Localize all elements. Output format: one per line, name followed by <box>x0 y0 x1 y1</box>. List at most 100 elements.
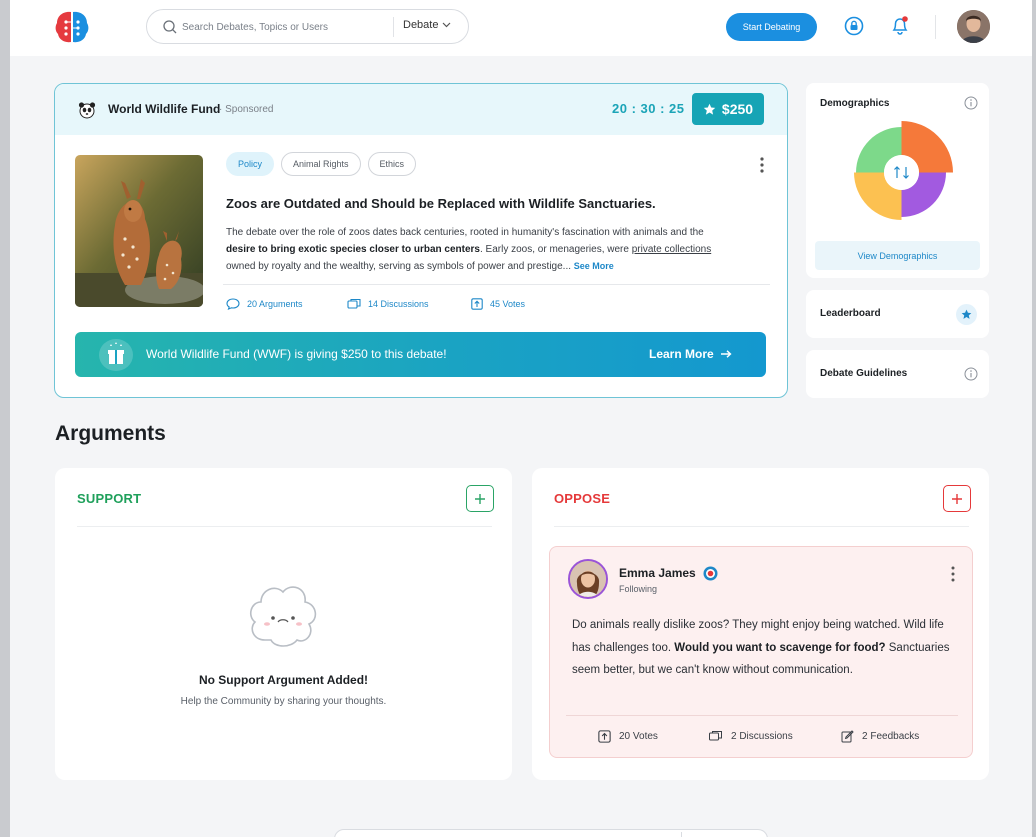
oppose-divider <box>554 526 969 527</box>
tag-ethics[interactable]: Ethics <box>367 152 417 176</box>
follow-status[interactable]: Following <box>619 584 657 594</box>
tag-animal-rights[interactable]: Animal Rights <box>281 152 361 176</box>
bottom-input-bar[interactable] <box>334 829 768 837</box>
arrow-right-icon <box>720 350 732 358</box>
verified-badge-icon <box>703 566 718 581</box>
view-demographics-button[interactable]: View Demographics <box>815 241 980 270</box>
argument-discussions[interactable]: 2 Discussions <box>708 730 793 742</box>
prize-badge: $250 <box>692 93 764 125</box>
empty-cloud-icon <box>249 586 317 647</box>
debate-card-header: World Wildlife Fund · Sponsored 20 : 30 … <box>55 84 787 135</box>
argument-card[interactable]: Emma James Following Do animals really d… <box>549 546 973 758</box>
banner-text: World Wildlife Fund (WWF) is giving $250… <box>146 347 447 361</box>
more-options-icon[interactable] <box>757 156 767 174</box>
see-more-link[interactable]: See More <box>574 261 614 271</box>
header-divider <box>935 15 936 39</box>
debate-divider <box>223 284 770 285</box>
debate-tags: Policy Animal Rights Ethics <box>226 152 417 176</box>
top-navigation-bar: Debate Start Debating <box>10 0 1032 56</box>
plus-icon <box>952 493 962 504</box>
argument-votes[interactable]: 20 Votes <box>598 730 658 743</box>
search-filter-label: Debate <box>403 19 439 31</box>
gift-icon <box>99 339 133 371</box>
user-portrait-icon <box>957 10 990 43</box>
argument-feedbacks[interactable]: 2 Feedbacks <box>841 730 919 743</box>
search-filter-dropdown[interactable]: Debate <box>403 19 451 31</box>
learn-more-label: Learn More <box>649 347 714 361</box>
search-input[interactable] <box>182 18 387 36</box>
sponsor-banner[interactable]: World Wildlife Fund (WWF) is giving $250… <box>75 332 766 377</box>
demographics-title: Demographics <box>820 98 890 109</box>
search-divider <box>393 17 394 37</box>
panda-logo-icon <box>78 102 96 119</box>
demographics-card: Demographics View Demographics <box>806 83 989 278</box>
guidelines-title: Debate Guidelines <box>820 368 908 379</box>
arguments-stat[interactable]: 20 Arguments <box>226 298 303 310</box>
demographics-donut-chart[interactable] <box>850 121 953 224</box>
lock-chat-icon[interactable] <box>843 15 865 37</box>
sponsored-label: · Sponsored <box>219 104 274 115</box>
prize-amount: $250 <box>721 101 754 117</box>
argument-votes-count: 20 Votes <box>619 731 658 742</box>
search-icon <box>163 20 177 34</box>
tag-policy[interactable]: Policy <box>226 152 275 176</box>
info-icon[interactable] <box>964 96 978 110</box>
discussions-stat[interactable]: 14 Discussions <box>347 298 429 310</box>
brain-logo-icon[interactable] <box>54 10 90 44</box>
votes-count: 45 Votes <box>490 299 526 309</box>
desc-text-3: owned by royalty and the wealthy, servin… <box>226 261 574 272</box>
add-oppose-button[interactable] <box>943 485 971 512</box>
discussion-icon <box>709 731 722 741</box>
info-icon[interactable] <box>964 367 978 381</box>
argument-divider <box>566 715 958 716</box>
argument-text: Do animals really dislike zoos? They mig… <box>572 614 957 682</box>
learn-more-button[interactable]: Learn More <box>649 347 732 361</box>
author-avatar[interactable] <box>568 559 608 599</box>
chevron-down-icon <box>443 22 451 28</box>
arguments-count: 20 Arguments <box>247 299 303 309</box>
discussion-icon <box>347 298 361 309</box>
more-options-icon[interactable] <box>948 565 958 583</box>
add-support-button[interactable] <box>466 485 494 512</box>
deer-photo-icon <box>75 155 203 307</box>
plus-icon <box>475 493 485 504</box>
window-frame-right <box>1032 0 1036 837</box>
upvote-icon <box>598 730 611 743</box>
leaderboard-card[interactable]: Leaderboard <box>806 290 989 338</box>
votes-stat[interactable]: 45 Votes <box>471 298 525 310</box>
oppose-panel: OPPOSE Emma James Following Do animals r… <box>532 468 989 780</box>
empty-state-title: No Support Argument Added! <box>198 673 369 687</box>
debate-guidelines-card[interactable]: Debate Guidelines <box>806 350 989 398</box>
discussions-count: 14 Discussions <box>368 299 429 309</box>
debate-title[interactable]: Zoos are Outdated and Should be Replaced… <box>226 196 656 211</box>
argument-feedbacks-count: 2 Feedbacks <box>862 731 920 742</box>
featured-debate-card[interactable]: World Wildlife Fund · Sponsored 20 : 30 … <box>54 83 788 398</box>
star-icon <box>703 103 716 115</box>
support-label: SUPPORT <box>77 491 142 506</box>
bell-icon[interactable] <box>889 14 911 36</box>
desc-text-1: The debate over the role of zoos dates b… <box>226 227 704 238</box>
desc-link[interactable]: private collections <box>632 244 711 255</box>
bottom-bar-divider <box>681 832 682 837</box>
leaderboard-title: Leaderboard <box>820 308 881 319</box>
search-bar[interactable]: Debate <box>146 9 469 44</box>
sponsor-name[interactable]: World Wildlife Fund <box>108 102 220 116</box>
argument-discussions-count: 2 Discussions <box>731 730 793 742</box>
start-debating-button[interactable]: Start Debating <box>726 13 817 41</box>
desc-text-2: . Early zoos, or menageries, were <box>479 244 632 255</box>
arguments-heading: Arguments <box>55 422 166 445</box>
author-portrait-icon <box>570 561 606 597</box>
support-divider <box>77 526 492 527</box>
oppose-label: OPPOSE <box>554 491 611 506</box>
user-avatar[interactable] <box>957 10 990 43</box>
leaderboard-star-icon <box>956 304 977 325</box>
chat-bubble-icon <box>226 298 240 310</box>
debate-description: The debate over the role of zoos dates b… <box>226 224 731 275</box>
desc-bold: desire to bring exotic species closer to… <box>226 244 480 255</box>
upvote-icon <box>471 298 483 310</box>
countdown-timer: 20 : 30 : 25 <box>612 101 685 116</box>
author-name[interactable]: Emma James <box>619 566 696 580</box>
edit-feedback-icon <box>841 730 854 743</box>
window-frame-left <box>0 0 10 837</box>
support-panel: SUPPORT No Support Argument Added! Help … <box>55 468 512 780</box>
